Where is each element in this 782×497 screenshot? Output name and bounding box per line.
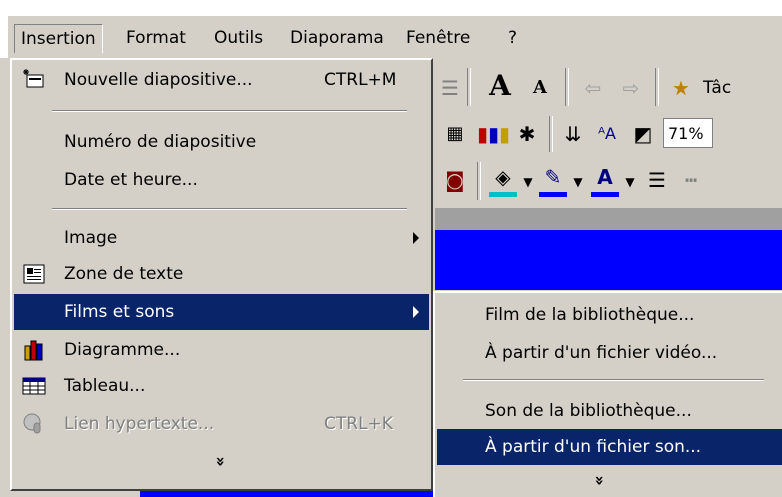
menu-item-tableau[interactable]: Tableau...: [14, 368, 429, 404]
toolbar-separator: [467, 68, 471, 106]
hyperlink-icon: [22, 412, 46, 436]
menu-item-label: Tableau...: [64, 376, 146, 396]
menu-item-label: Lien hypertexte...: [64, 414, 215, 434]
menu-separator: [52, 110, 407, 112]
tasks-label: Tâc: [703, 78, 732, 98]
grayscale-icon[interactable]: ◩: [629, 116, 657, 152]
fill-color-icon[interactable]: ◈: [489, 162, 517, 197]
chart-icon: [22, 338, 46, 362]
promote-icon[interactable]: ⇦: [579, 70, 607, 106]
tasks-button[interactable]: Tâc: [703, 70, 773, 106]
menu-insertion[interactable]: Insertion: [14, 24, 103, 53]
new-slide-icon: [22, 68, 46, 92]
menu-diaporama-label: Diaporama: [290, 28, 384, 48]
menu-format-label: Format: [126, 28, 186, 48]
table-icon: [22, 374, 46, 398]
submenu-item-film-bibliotheque[interactable]: Film de la bibliothèque...: [437, 297, 782, 333]
expand-menu-chevron-icon[interactable]: »: [212, 456, 231, 466]
expand-menu-label: »: [211, 456, 231, 467]
slide-area: [435, 230, 782, 290]
menu-item-numero-diapositive[interactable]: Numéro de diapositive: [14, 124, 429, 160]
drawing-toolbar: ◙ ◈ ▼ ✎ ▼ A ▼ ☰ ┅: [435, 158, 782, 206]
standard-toolbar: ▦ ▮▮▮ ✱ ⇊ ᴬA ◩ 71%: [435, 112, 782, 158]
insert-table-icon[interactable]: ▦: [441, 116, 469, 152]
decrease-font-icon[interactable]: A: [527, 70, 553, 106]
menu-item-zone-texte[interactable]: Zone de texte: [14, 256, 429, 292]
menu-help-label: ?: [508, 28, 518, 48]
submenu-item-label: Son de la bibliothèque...: [485, 401, 692, 421]
menu-fenetre-label: Fenêtre: [406, 28, 471, 48]
expand-all-icon[interactable]: ⇊: [559, 116, 587, 152]
increase-font-icon[interactable]: A: [483, 68, 517, 104]
menu-item-image[interactable]: Image: [14, 220, 429, 256]
menu-separator: [463, 379, 764, 381]
submenu-item-label: À partir d'un fichier son...: [485, 437, 702, 457]
menu-item-label: Zone de texte: [64, 264, 184, 284]
submenu-arrow-icon: [413, 232, 419, 244]
chevron-down-icon[interactable]: ▼: [623, 164, 637, 200]
bullets-icon[interactable]: ☰: [441, 70, 459, 106]
films-sons-submenu: Film de la bibliothèque... À partir d'un…: [433, 291, 782, 497]
dash-style-icon[interactable]: ┅: [677, 162, 705, 198]
zoom-select[interactable]: 71%: [663, 118, 713, 148]
menu-fenetre[interactable]: Fenêtre: [400, 24, 476, 52]
menu-diaporama[interactable]: Diaporama: [284, 24, 390, 52]
menu-item-label: Diagramme...: [64, 340, 181, 360]
menu-item-date-heure[interactable]: Date et heure...: [14, 162, 429, 198]
menu-item-label: Films et sons: [64, 302, 175, 322]
insert-clipart-icon[interactable]: ◙: [441, 162, 469, 198]
chevron-down-icon[interactable]: ▼: [521, 164, 535, 200]
demote-icon[interactable]: ⇨: [617, 70, 645, 106]
menu-outils[interactable]: Outils: [208, 24, 269, 52]
expand-submenu-label: »: [590, 475, 610, 486]
font-color-icon[interactable]: A: [591, 162, 619, 197]
animation-effects-icon[interactable]: ★: [667, 70, 695, 106]
menu-item-label: Numéro de diapositive: [64, 132, 257, 152]
menu-item-label: Nouvelle diapositive...: [64, 70, 253, 90]
submenu-item-fichier-video[interactable]: À partir d'un fichier vidéo...: [437, 335, 782, 371]
menu-bar: Insertion Format Outils Diaporama Fenêtr…: [8, 15, 782, 60]
toolbar-separator: [549, 116, 553, 152]
line-color-icon[interactable]: ✎: [539, 162, 567, 197]
submenu-item-label: Film de la bibliothèque...: [485, 305, 695, 325]
chevron-down-icon[interactable]: ▼: [571, 164, 585, 200]
menu-insertion-label: Insertion: [21, 29, 96, 49]
menu-help[interactable]: ?: [502, 24, 523, 52]
submenu-item-son-bibliotheque[interactable]: Son de la bibliothèque...: [437, 393, 782, 429]
toolbar-separator: [477, 162, 481, 200]
zoom-value: 71%: [668, 124, 704, 143]
expand-submenu-chevron-icon[interactable]: »: [591, 475, 610, 485]
menu-item-shortcut: CTRL+M: [324, 70, 397, 90]
text-box-icon: [22, 262, 46, 286]
menu-item-nouvelle-diapositive[interactable]: Nouvelle diapositive... CTRL+M: [14, 62, 429, 98]
menu-item-label: Image: [64, 228, 118, 248]
submenu-item-fichier-son[interactable]: À partir d'un fichier son...: [437, 429, 782, 465]
show-formatting-icon[interactable]: ᴬA: [593, 116, 621, 152]
menu-outils-label: Outils: [214, 28, 264, 48]
line-style-icon[interactable]: ☰: [643, 162, 671, 198]
workspace-strip: [435, 208, 782, 230]
toolbar-separator: [565, 68, 569, 106]
menu-separator: [52, 208, 407, 210]
menu-format[interactable]: Format: [120, 24, 192, 52]
insert-chart-icon[interactable]: ▮▮▮: [477, 116, 510, 152]
toolbar-separator: [655, 68, 659, 106]
new-slide-icon[interactable]: ✱: [513, 116, 541, 152]
menu-item-lien-hypertexte[interactable]: Lien hypertexte... CTRL+K: [14, 406, 429, 442]
menu-item-shortcut: CTRL+K: [324, 414, 393, 434]
formatting-toolbar: ☰ A A ⇦ ⇨ ★ Tâc: [435, 62, 782, 113]
submenu-item-label: À partir d'un fichier vidéo...: [485, 343, 718, 363]
menu-item-label: Date et heure...: [64, 170, 198, 190]
submenu-arrow-icon: [413, 306, 419, 318]
menu-item-films-sons[interactable]: Films et sons: [14, 294, 429, 330]
menu-item-diagramme[interactable]: Diagramme...: [14, 332, 429, 368]
insertion-menu: Nouvelle diapositive... CTRL+M Numéro de…: [10, 58, 433, 491]
menu-bar-area: Insertion Format Outils Diaporama Fenêtr…: [0, 0, 782, 60]
